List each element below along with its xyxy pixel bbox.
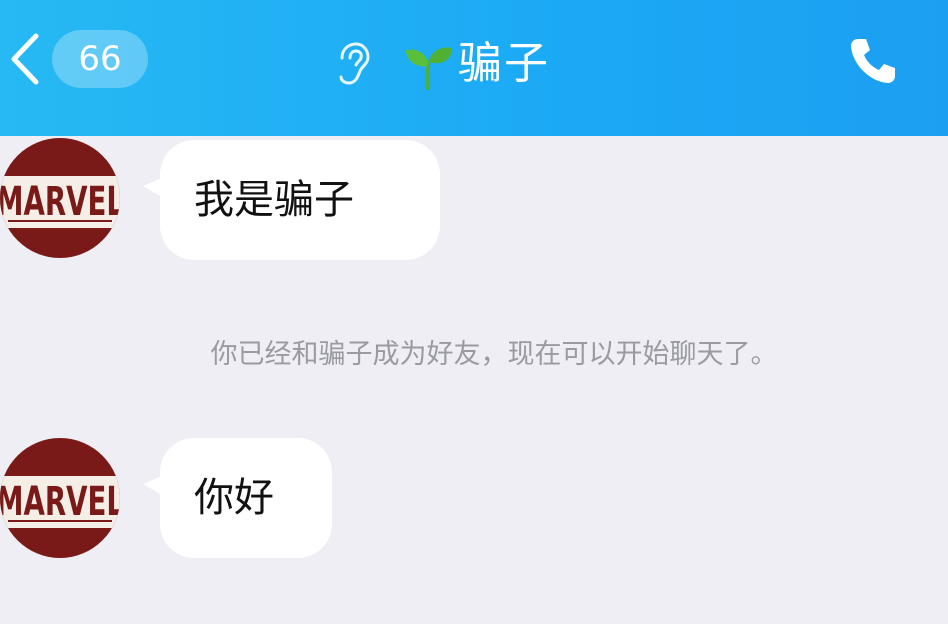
sprout-icon xyxy=(406,47,452,90)
unread-count-badge[interactable]: 66 xyxy=(52,30,148,88)
marvel-logo-icon: MARVEL xyxy=(0,138,120,258)
contact-avatar[interactable]: MARVEL xyxy=(0,138,120,258)
message-text: 我是骗子 xyxy=(194,177,354,223)
svg-text:MARVEL: MARVEL xyxy=(0,179,120,225)
contact-avatar[interactable]: MARVEL xyxy=(0,438,120,558)
chat-title: 骗子 xyxy=(458,38,550,89)
message-text: 你好 xyxy=(194,475,274,521)
phone-icon[interactable] xyxy=(846,34,900,88)
marvel-logo-icon: MARVEL xyxy=(0,438,120,558)
message-bubble[interactable]: 我是骗子 xyxy=(160,140,440,260)
ear-icon xyxy=(339,42,370,85)
chat-header: 66 骗子 xyxy=(0,0,948,136)
back-chevron-icon[interactable] xyxy=(6,32,42,86)
system-notice: 你已经和骗子成为好友，现在可以开始聊天了。 xyxy=(210,339,778,370)
message-bubble[interactable]: 你好 xyxy=(160,438,332,558)
svg-text:MARVEL: MARVEL xyxy=(0,479,120,525)
